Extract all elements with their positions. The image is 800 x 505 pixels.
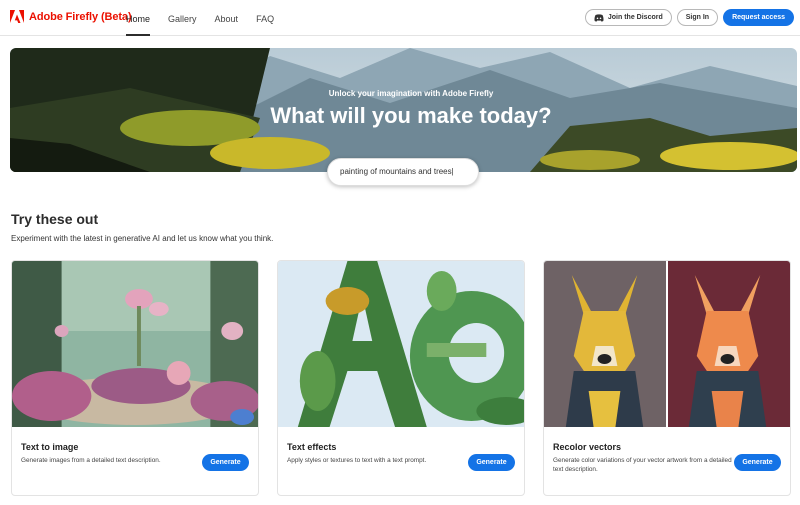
nav-gallery[interactable]: Gallery (168, 0, 197, 36)
top-navigation-bar: Adobe Firefly (Beta) Home Gallery About … (0, 0, 800, 36)
header-actions: Join the Discord Sign In Request access (584, 9, 794, 26)
generate-button[interactable]: Generate (734, 454, 781, 471)
card-text-to-image[interactable]: Text to image Generate images from a det… (11, 260, 259, 496)
recolor-vectors-thumbnail (544, 261, 790, 427)
generate-button[interactable]: Generate (468, 454, 515, 471)
nav-faq[interactable]: FAQ (256, 0, 274, 36)
card-description: Generate color variations of your vector… (553, 457, 732, 473)
join-discord-button[interactable]: Join the Discord (584, 9, 672, 26)
hero-title: What will you make today? (270, 103, 552, 128)
card-title: Text to image (21, 442, 79, 452)
adobe-logo-icon (10, 10, 24, 23)
card-title: Recolor vectors (553, 442, 622, 452)
main-nav: Home Gallery About FAQ (126, 0, 292, 36)
sign-in-button[interactable]: Sign In (676, 9, 719, 26)
card-text-effects[interactable]: Text effects Apply styles or textures to… (277, 260, 525, 496)
nav-home[interactable]: Home (126, 0, 151, 36)
card-title: Text effects (287, 442, 337, 452)
generate-button[interactable]: Generate (202, 454, 249, 471)
section-description: Experiment with the latest in generative… (11, 234, 274, 243)
text-to-image-thumbnail (12, 261, 258, 427)
join-discord-label: Join the Discord (607, 14, 663, 21)
hero-banner: Unlock your imagination with Adobe Firef… (10, 48, 797, 172)
section-title: Try these out (11, 211, 99, 227)
card-description: Apply styles or textures to text with a … (287, 457, 427, 464)
prompt-search-input[interactable] (327, 158, 479, 186)
brand[interactable]: Adobe Firefly (Beta) (10, 10, 132, 24)
brand-name: Adobe Firefly (Beta) (29, 11, 132, 23)
nav-about[interactable]: About (215, 0, 239, 36)
card-recolor-vectors[interactable]: Recolor vectors Generate color variation… (543, 260, 791, 496)
hero-subtitle: Unlock your imagination with Adobe Firef… (328, 89, 494, 98)
text-effects-thumbnail (278, 261, 524, 427)
discord-icon (594, 13, 604, 21)
request-access-button[interactable]: Request access (723, 9, 794, 26)
card-description: Generate images from a detailed text des… (21, 457, 161, 464)
